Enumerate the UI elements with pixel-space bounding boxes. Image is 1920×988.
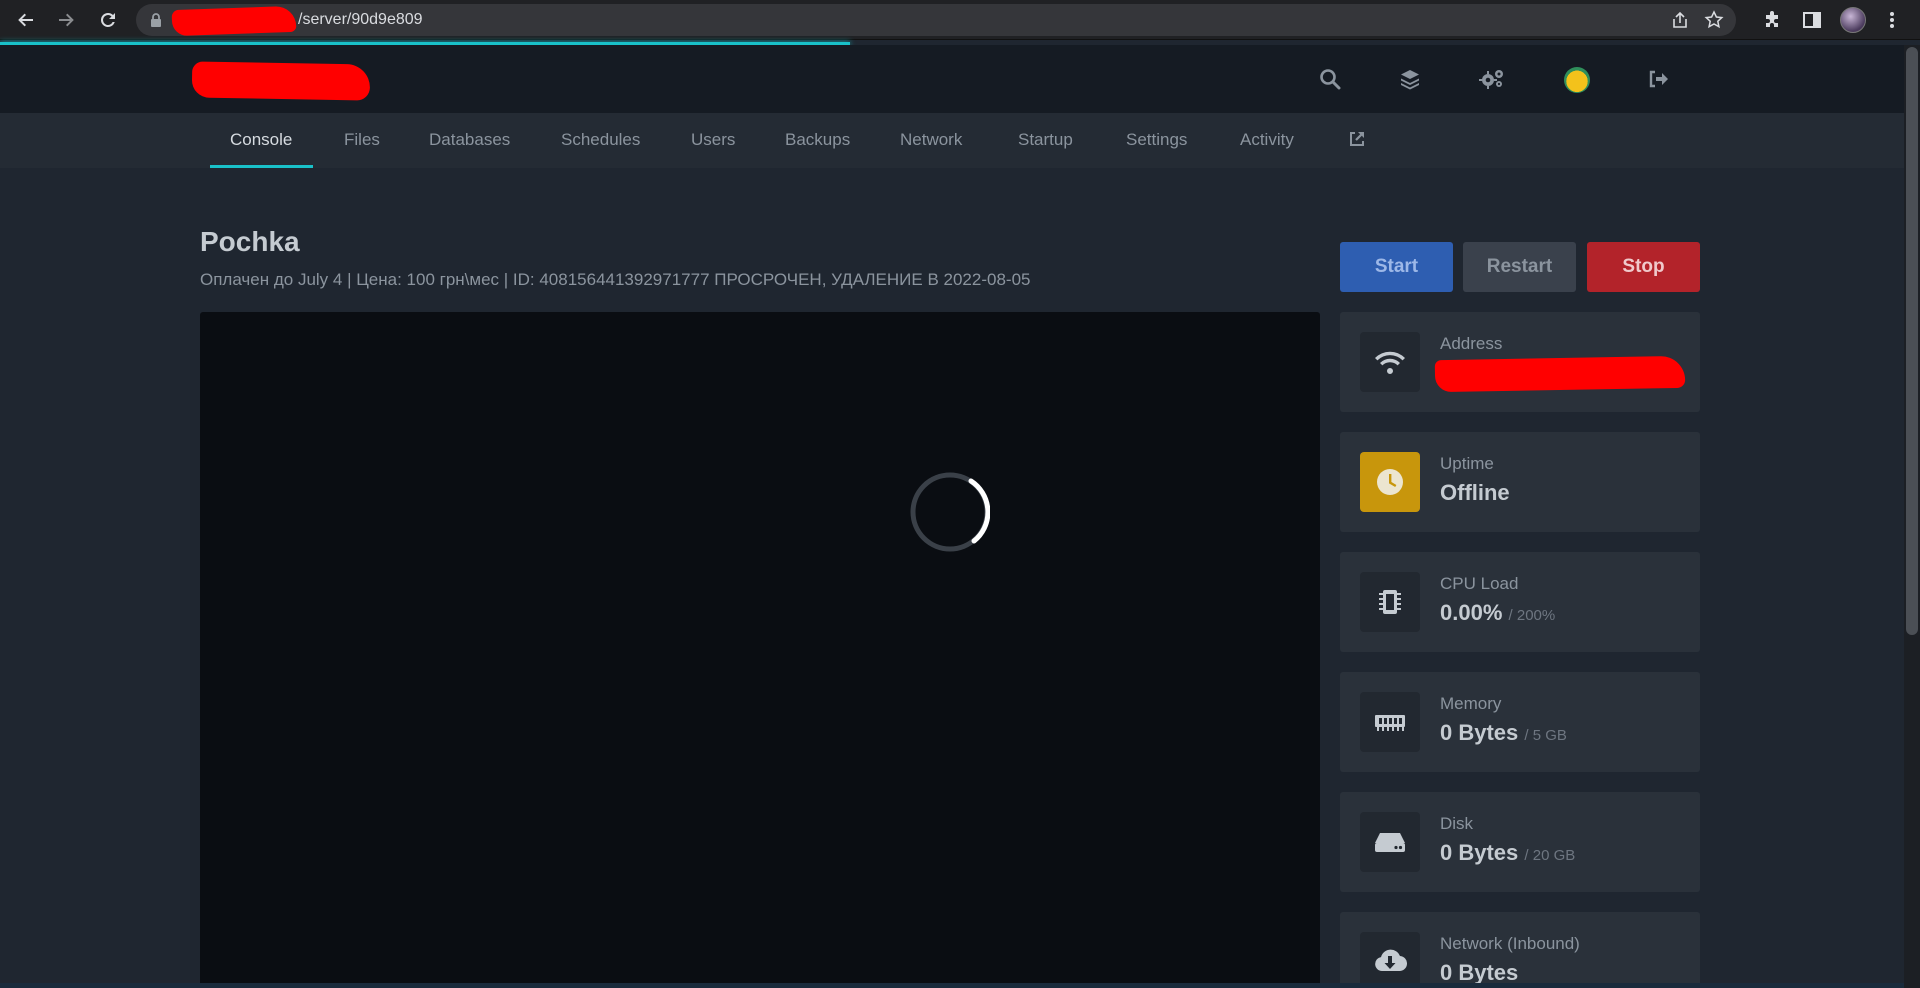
- stat-card-memory: Memory 0 Bytes / 5 GB: [1340, 672, 1700, 772]
- start-button[interactable]: Start: [1340, 242, 1453, 292]
- clock-icon: [1360, 452, 1420, 512]
- lock-icon: [150, 12, 162, 33]
- redacted-logo: [191, 61, 371, 101]
- tab-backups[interactable]: Backups: [785, 113, 850, 168]
- stat-label: Address: [1440, 334, 1503, 353]
- tab-console[interactable]: Console: [230, 113, 292, 168]
- url-path: /server/90d9e809: [298, 11, 423, 28]
- hard-drive-icon: [1360, 812, 1420, 872]
- restart-button[interactable]: Restart: [1463, 242, 1576, 292]
- logout-icon[interactable]: [1644, 65, 1672, 93]
- stat-value-row: 0 Bytes / 5 GB: [1440, 720, 1567, 746]
- stat-value: Offline: [1440, 480, 1510, 505]
- tab-startup[interactable]: Startup: [1018, 113, 1073, 168]
- stat-limit: / 20 GB: [1524, 847, 1576, 864]
- stat-label: Memory: [1440, 694, 1502, 713]
- browser-profile-avatar[interactable]: [1840, 7, 1866, 33]
- stat-value-row: 0 Bytes / 20 GB: [1440, 840, 1575, 866]
- server-subnav: Console Files Databases Schedules Users …: [0, 113, 1904, 168]
- stat-label: CPU Load: [1440, 574, 1519, 593]
- tab-activity[interactable]: Activity: [1240, 113, 1294, 168]
- stop-button[interactable]: Stop: [1587, 242, 1700, 292]
- stat-limit: / 200%: [1508, 607, 1556, 624]
- tab-schedules[interactable]: Schedules: [561, 113, 640, 168]
- tab-settings[interactable]: Settings: [1126, 113, 1187, 168]
- external-link-icon[interactable]: [1348, 130, 1366, 150]
- tab-databases[interactable]: Databases: [429, 113, 510, 168]
- layers-icon[interactable]: [1396, 65, 1424, 93]
- console-terminal[interactable]: [200, 312, 1320, 988]
- stat-value-row: 0.00% / 200%: [1440, 600, 1555, 626]
- tab-users[interactable]: Users: [691, 113, 735, 168]
- page-scrollbar-thumb[interactable]: [1906, 47, 1918, 635]
- stat-label: Uptime: [1440, 454, 1494, 473]
- forward-arrow-icon[interactable]: [54, 8, 78, 32]
- stat-card-uptime: Uptime Offline: [1340, 432, 1700, 532]
- browser-toolbar: /server/90d9e809: [0, 0, 1920, 40]
- stat-card-cpu: CPU Load 0.00% / 200%: [1340, 552, 1700, 652]
- stat-value: 0.00%: [1440, 600, 1503, 625]
- stat-value: 0 Bytes: [1440, 840, 1519, 865]
- redacted-address: [1434, 355, 1686, 393]
- cogs-icon[interactable]: [1478, 65, 1506, 93]
- stat-card-disk: Disk 0 Bytes / 20 GB: [1340, 792, 1700, 892]
- share-icon[interactable]: [1670, 10, 1690, 30]
- more-menu-icon[interactable]: [1880, 8, 1904, 32]
- extensions-puzzle-icon[interactable]: [1760, 8, 1784, 32]
- active-tab-indicator: [210, 165, 313, 168]
- address-bar[interactable]: /server/90d9e809: [136, 4, 1736, 37]
- reload-icon[interactable]: [96, 8, 120, 32]
- stat-card-network-inbound: Network (Inbound) 0 Bytes: [1340, 912, 1700, 988]
- microchip-icon: [1360, 572, 1420, 632]
- bottom-edge: [0, 983, 1904, 988]
- loading-spinner-icon: [910, 472, 990, 552]
- redacted-domain: [171, 5, 297, 37]
- stat-label: Disk: [1440, 814, 1474, 833]
- stat-value: 0 Bytes: [1440, 720, 1519, 745]
- side-panel-icon[interactable]: [1800, 8, 1824, 32]
- wifi-icon: [1360, 332, 1420, 392]
- stat-card-address: Address: [1340, 312, 1700, 412]
- bookmark-star-icon[interactable]: [1704, 10, 1724, 30]
- stat-limit: / 5 GB: [1524, 727, 1567, 744]
- back-arrow-icon[interactable]: [14, 8, 38, 32]
- search-icon[interactable]: [1316, 65, 1344, 93]
- server-name: Pochka: [200, 226, 300, 257]
- cloud-download-icon: [1360, 932, 1420, 988]
- top-navbar: [0, 45, 1904, 113]
- stat-label: Network (Inbound): [1440, 934, 1580, 953]
- user-avatar[interactable]: [1564, 67, 1590, 93]
- tab-files[interactable]: Files: [344, 113, 380, 168]
- server-description: Оплачен до July 4 | Цена: 100 грн\мес | …: [200, 270, 1031, 289]
- memory-icon: [1360, 692, 1420, 752]
- tab-network[interactable]: Network: [900, 113, 962, 168]
